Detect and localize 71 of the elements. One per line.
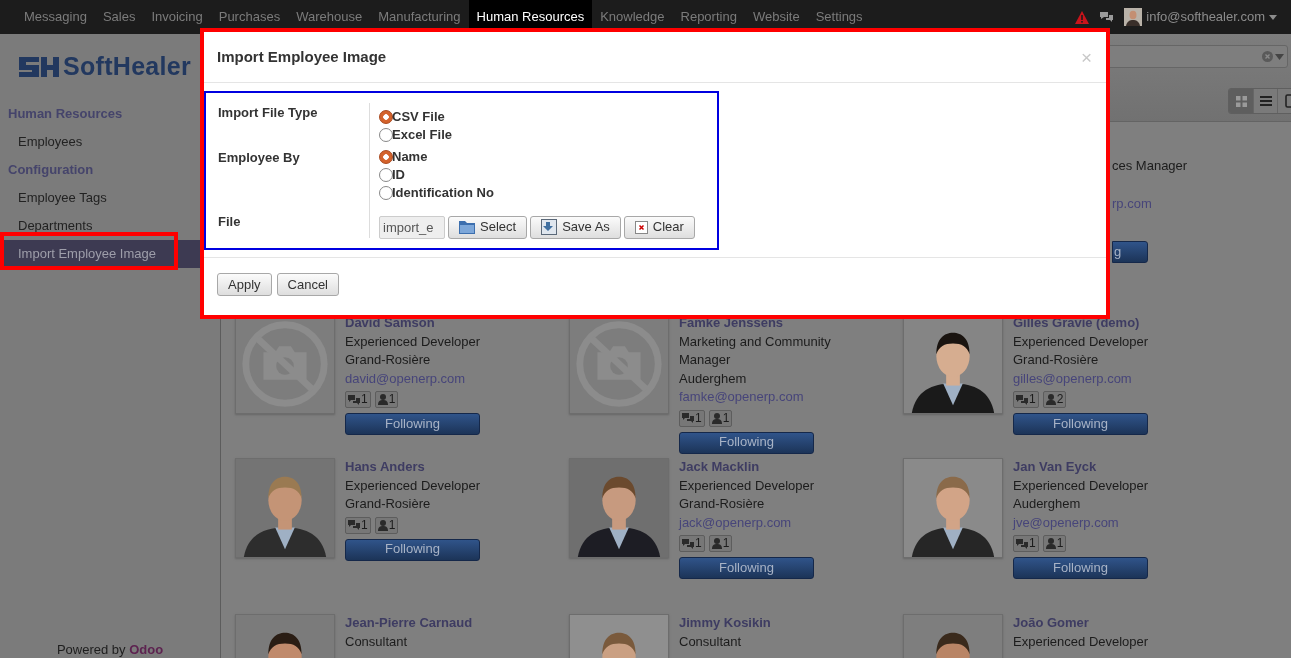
job-title: Experienced Developer (1013, 632, 1149, 651)
job-title: Experienced Developer (345, 332, 481, 351)
option-label: Excel File (392, 126, 452, 145)
messages-count: 1 (1029, 536, 1036, 551)
messages-count: 1 (695, 410, 702, 426)
field-label: Import File Type (218, 105, 318, 120)
user-email[interactable]: info@softhealer.com (1146, 7, 1265, 27)
city-text: Grand-Rosière (1013, 351, 1100, 369)
email-link[interactable]: gilles@openerp.com (1013, 369, 1149, 388)
following-button[interactable]: Following (679, 557, 814, 579)
menu-section-title: Human Resources (7, 105, 124, 124)
option-label: ID (392, 166, 405, 185)
following-button[interactable]: Following (679, 431, 814, 454)
following-button[interactable]: g (1112, 241, 1148, 263)
email-link[interactable]: jve@openerp.com (1013, 513, 1149, 532)
powered-by-text: Powered by (56, 642, 126, 657)
email-link[interactable]: famke@openerp.com (679, 388, 879, 407)
dialog-title: Import Employee Image (217, 46, 387, 67)
email-link[interactable]: rp.com (1112, 193, 1152, 213)
followers-count: 1 (388, 517, 396, 533)
job-title: Experienced Developer (679, 476, 815, 495)
city-text: Grand-Rosière (345, 351, 432, 369)
odoo-link[interactable]: Odoo (129, 642, 164, 657)
employee-name[interactable]: João Gomer (1013, 614, 1149, 633)
city-text: Grand-Rosière (345, 495, 432, 513)
followers-count: 2 (1056, 392, 1064, 407)
logo-text: SoftHealer (63, 51, 192, 83)
following-button[interactable]: Following (345, 413, 480, 435)
following-button[interactable]: Following (345, 538, 480, 561)
followers-count: 1 (388, 392, 396, 407)
email-link[interactable]: jack@openerp.com (679, 513, 815, 532)
city-text: Grand-Rosière (679, 495, 766, 513)
option-label: CSV File (392, 108, 445, 127)
job-title: Marketing and Community Manager (679, 332, 832, 369)
clear-button[interactable]: Clear (623, 215, 695, 239)
messages-count: 1 (361, 517, 368, 533)
job-title: ces Manager (1112, 157, 1188, 175)
messages-count: 1 (361, 392, 368, 407)
messages-count: 1 (1029, 392, 1036, 407)
job-title: Experienced Developer (1013, 476, 1149, 495)
email-link[interactable]: david@openerp.com (345, 369, 481, 388)
job-title: Consultant (345, 632, 409, 651)
file-field[interactable]: import_e (379, 215, 445, 239)
followers-count: 1 (722, 410, 730, 426)
menu-item[interactable]: Sales (94, 0, 144, 34)
job-title: Experienced Developer (1013, 332, 1149, 351)
option-label: Name (392, 148, 428, 167)
menu-item[interactable]: Messaging (16, 0, 95, 34)
followers-count: 1 (1056, 536, 1064, 551)
employee-name[interactable]: Jimmy Kosikin (679, 614, 771, 633)
employee-name[interactable]: Jean-Pierre Carnaud (345, 614, 473, 633)
city-text: Auderghem (1013, 495, 1082, 513)
menu-section-title: Configuration (7, 161, 95, 180)
save-button[interactable]: Save As (530, 215, 621, 239)
menu-item[interactable]: Invoicing (143, 0, 211, 34)
followers-count: 1 (722, 536, 730, 551)
following-button[interactable]: Following (1013, 557, 1148, 579)
employee-name[interactable]: Hans Anders (345, 458, 481, 477)
cancel-button[interactable]: Cancel (276, 273, 339, 296)
apply-button[interactable]: Apply (217, 273, 272, 296)
employee-name[interactable]: Jack Macklin (679, 458, 815, 477)
messages-count: 1 (695, 536, 702, 551)
job-title: Experienced Developer (345, 476, 481, 495)
select-button[interactable]: Select (448, 215, 528, 239)
field-label: Employee By (218, 150, 300, 165)
job-title: Consultant (679, 632, 743, 651)
field-label: File (218, 214, 241, 229)
employee-name[interactable]: Jan Van Eyck (1013, 458, 1149, 477)
city-text: Auderghem (679, 369, 748, 388)
option-label: Identification No (392, 184, 494, 203)
following-button[interactable]: Following (1013, 413, 1148, 435)
